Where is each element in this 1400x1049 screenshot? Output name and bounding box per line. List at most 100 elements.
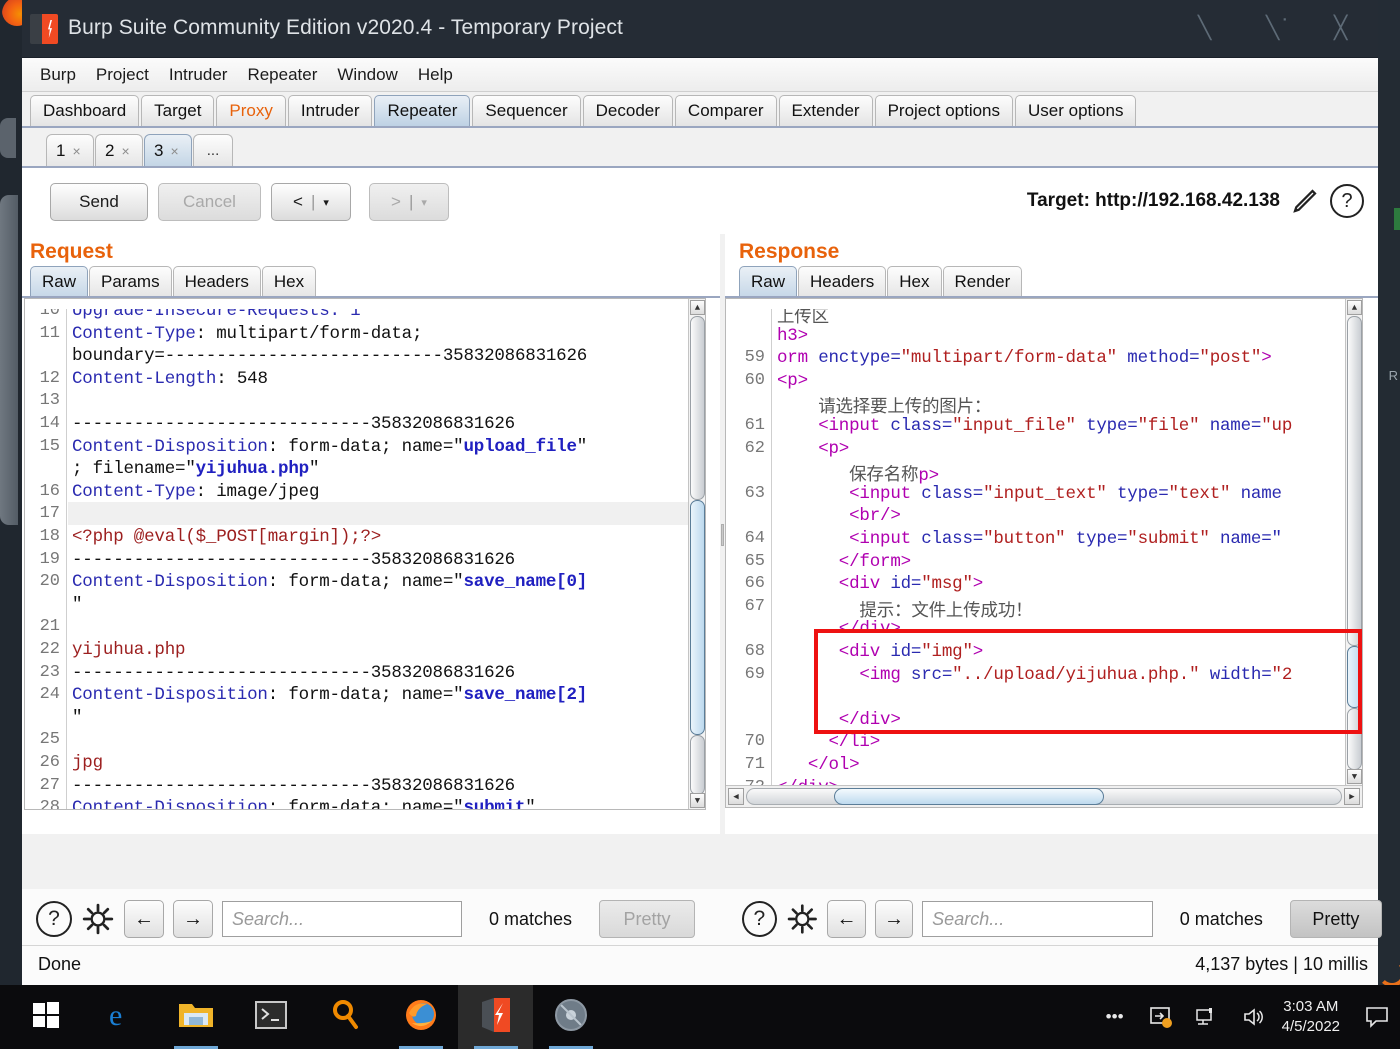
response-code-area[interactable]: 上传区 h3> orm enctype="multipart/form-data" …: [773, 299, 1345, 807]
response-tab-headers[interactable]: Headers: [798, 266, 887, 296]
scroll-right-icon[interactable]: ▶: [1344, 788, 1360, 805]
response-tab-hex[interactable]: Hex: [887, 266, 942, 296]
request-tab-raw[interactable]: Raw: [30, 266, 89, 296]
close-icon[interactable]: ×: [72, 143, 80, 159]
tab-sequencer[interactable]: Sequencer: [472, 95, 581, 126]
request-find-bar: ? ← → Search... 0 matches Pretty: [36, 893, 716, 945]
sync-icon[interactable]: [1138, 985, 1184, 1049]
tab-decoder[interactable]: Decoder: [582, 95, 673, 126]
menu-item-help[interactable]: Help: [418, 65, 453, 85]
response-horizontal-scrollbar[interactable]: ◀ ▶: [726, 785, 1362, 807]
minimize-button[interactable]: ╲: [1192, 14, 1226, 44]
request-tab-headers[interactable]: Headers: [172, 266, 261, 296]
maximize-button[interactable]: ╲˙: [1260, 14, 1294, 44]
taskbar-clock[interactable]: 3:03 AM 4/5/2022: [1276, 997, 1354, 1037]
response-scroll-thumb[interactable]: [1347, 646, 1362, 708]
request-vertical-scrollbar[interactable]: ▲ ▼: [688, 299, 705, 809]
scroll-left-icon[interactable]: ◀: [728, 788, 744, 805]
forward-button[interactable]: > | ▾: [369, 183, 449, 221]
response-editor[interactable]: 596061626364656667686970717273 上传区h3>orm…: [725, 298, 1363, 808]
response-line-gutter: 596061626364656667686970717273: [726, 299, 772, 807]
send-button[interactable]: Send: [50, 183, 148, 221]
menu-item-intruder[interactable]: Intruder: [169, 65, 228, 85]
response-vertical-scrollbar[interactable]: ▲ ▼: [1345, 299, 1362, 785]
tab-comparer[interactable]: Comparer: [674, 95, 777, 126]
request-pretty-button[interactable]: Pretty: [599, 900, 696, 938]
menu-item-window[interactable]: Window: [337, 65, 397, 85]
network-icon[interactable]: [1184, 985, 1230, 1049]
taskbar-burp[interactable]: [458, 985, 533, 1049]
response-pretty-button[interactable]: Pretty: [1289, 900, 1382, 938]
background-right-label: R: [1388, 368, 1398, 383]
scroll-track-upper[interactable]: [690, 316, 705, 500]
request-search-input[interactable]: Search...: [222, 901, 462, 937]
code-token: : form-data; name=": [267, 685, 464, 706]
line-number: 59: [744, 348, 765, 368]
tab-proxy[interactable]: Proxy: [216, 95, 286, 126]
menu-item-burp[interactable]: Burp: [40, 65, 76, 85]
cancel-button[interactable]: Cancel: [158, 183, 261, 221]
taskbar-file-explorer[interactable]: [158, 985, 233, 1049]
scroll-track-lower[interactable]: [1347, 708, 1362, 770]
response-tab-render[interactable]: Render: [942, 266, 1023, 296]
start-button[interactable]: [8, 985, 83, 1049]
tab-target[interactable]: Target: [141, 95, 215, 126]
menu-item-repeater[interactable]: Repeater: [247, 65, 317, 85]
tab-extender[interactable]: Extender: [778, 95, 873, 126]
find-previous-button[interactable]: ←: [827, 900, 866, 938]
menu-item-project[interactable]: Project: [96, 65, 149, 85]
repeater-tab-1[interactable]: 1 ×: [46, 134, 94, 166]
tab-project-options[interactable]: Project options: [874, 95, 1014, 126]
help-icon[interactable]: ?: [36, 901, 72, 937]
gear-icon[interactable]: [786, 902, 819, 936]
find-next-button[interactable]: →: [874, 900, 914, 938]
gear-icon[interactable]: [81, 902, 115, 936]
back-button[interactable]: < | ▾: [271, 183, 351, 221]
request-scroll-thumb[interactable]: [690, 500, 705, 735]
taskbar-tool[interactable]: [533, 985, 608, 1049]
tab-dashboard[interactable]: Dashboard: [30, 95, 140, 126]
find-next-button[interactable]: →: [173, 900, 213, 938]
repeater-toolbar: Send Cancel < | ▾ > | ▾ Target: http://1…: [22, 168, 1378, 234]
response-hscroll-thumb[interactable]: [834, 788, 1104, 805]
splitter-handle[interactable]: [721, 524, 724, 546]
code-token: jpg: [72, 753, 103, 773]
volume-icon[interactable]: [1230, 985, 1276, 1049]
scroll-track-upper[interactable]: [1347, 316, 1362, 646]
repeater-tab-3[interactable]: 3 ×: [144, 134, 192, 166]
code-token: "img": [921, 642, 973, 662]
repeater-tab-2[interactable]: 2 ×: [95, 134, 143, 166]
divider: |: [310, 192, 316, 211]
request-tab-params[interactable]: Params: [89, 266, 172, 296]
tab-user-options[interactable]: User options: [1015, 95, 1137, 126]
find-previous-button[interactable]: ←: [124, 900, 164, 938]
taskbar-edge[interactable]: e: [83, 985, 158, 1049]
tab-intruder[interactable]: Intruder: [287, 95, 373, 126]
taskbar-firefox[interactable]: [383, 985, 458, 1049]
line-number: 20: [39, 572, 60, 592]
scroll-up-icon[interactable]: ▲: [690, 300, 705, 315]
close-button[interactable]: ╳: [1328, 14, 1362, 44]
pencil-icon[interactable]: [1290, 186, 1320, 216]
scroll-track-lower[interactable]: [690, 735, 705, 795]
action-center-icon[interactable]: [1354, 985, 1400, 1049]
request-tab-hex[interactable]: Hex: [261, 266, 317, 296]
response-search-input[interactable]: Search...: [922, 901, 1153, 937]
close-icon[interactable]: ×: [121, 143, 129, 159]
repeater-tab-more-button[interactable]: ...: [193, 134, 233, 166]
request-editor[interactable]: 1011121314151617181920212223242526272829…: [24, 298, 706, 810]
tray-overflow-button[interactable]: •••: [1092, 985, 1138, 1049]
help-icon[interactable]: ?: [1330, 184, 1364, 218]
scroll-down-icon[interactable]: ▼: [690, 793, 705, 808]
tab-repeater[interactable]: Repeater: [374, 95, 471, 126]
taskbar-terminal[interactable]: [233, 985, 308, 1049]
scroll-down-icon[interactable]: ▼: [1347, 769, 1362, 784]
taskbar-search[interactable]: [308, 985, 383, 1049]
response-tab-raw[interactable]: Raw: [739, 266, 798, 296]
help-icon[interactable]: ?: [742, 901, 777, 937]
close-icon[interactable]: ×: [170, 143, 178, 159]
pane-splitter[interactable]: [720, 234, 725, 834]
request-code-area[interactable]: Upgrade-Insecure-Requests: 1 Content-Type…: [68, 299, 688, 809]
scroll-up-icon[interactable]: ▲: [1347, 300, 1362, 315]
line-number: 27: [39, 775, 60, 795]
